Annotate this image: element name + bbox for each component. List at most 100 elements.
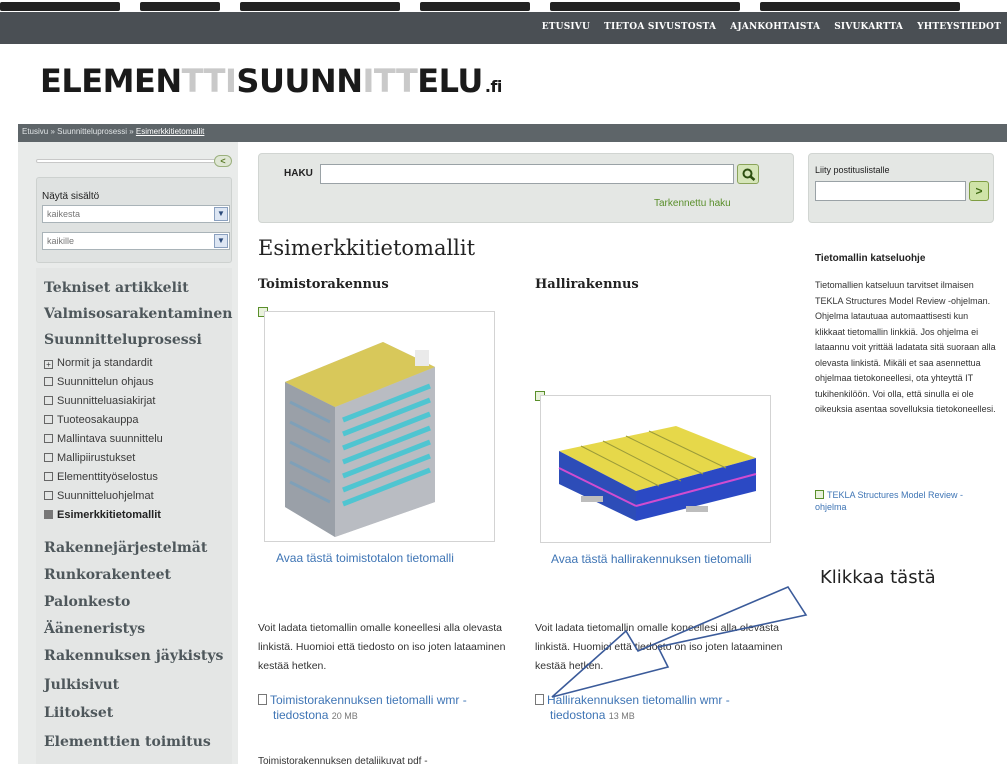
logo-text-5: ELU: [417, 62, 483, 100]
advanced-search-link[interactable]: Tarkennettu haku: [654, 198, 731, 209]
sidebar-item[interactable]: Julkisivut: [44, 677, 119, 693]
sidebar-item[interactable]: Rakennejärjestelmät: [44, 540, 207, 556]
hall-file-size: 13 MB: [608, 711, 635, 721]
viewer-instructions-text: Tietomallien katseluun tarvitset ilmaise…: [815, 280, 996, 414]
office-file-size: 20 MB: [331, 711, 358, 721]
sidebar-item-valmisosa[interactable]: Valmisosarakentaminen: [44, 306, 232, 322]
search-label: HAKU: [284, 168, 313, 179]
sidebar-item[interactable]: Ääneneristys: [44, 621, 145, 637]
logo-text-2: TTI: [181, 62, 237, 100]
sidebar-subitem[interactable]: Tuoteosakauppa: [44, 414, 139, 426]
breadcrumb-separator: »: [50, 127, 55, 136]
bullet-icon: [44, 491, 53, 500]
expand-icon[interactable]: +: [44, 360, 53, 369]
hall-model-link[interactable]: Avaa tästä hallirakennuksen tietomalli: [551, 552, 752, 566]
sidebar-item[interactable]: Elementtien toimitus: [44, 734, 211, 750]
callout-arrow-icon: [551, 585, 808, 698]
content-filter-value: kaikesta: [47, 209, 81, 219]
bullet-icon: [44, 434, 53, 443]
bullet-icon: [44, 396, 53, 405]
document-icon: [258, 694, 267, 705]
audience-filter-value: kaikille: [47, 236, 75, 246]
bullet-icon: [44, 453, 53, 462]
bullet-icon: [44, 415, 53, 424]
slider-track: [36, 159, 216, 163]
font-size-slider[interactable]: <: [36, 155, 232, 167]
filter-label: Näytä sisältö: [42, 191, 100, 202]
sidebar-subitem[interactable]: Suunnitteluasiakirjat: [44, 395, 155, 407]
sidebar-subitem-label: Suunnitteluohjelmat: [57, 490, 154, 502]
hall-building-image: [558, 426, 757, 521]
logo-text-3: SUUNN: [236, 62, 363, 100]
office-download-text: Voit ladata tietomallin omalle koneelles…: [258, 622, 506, 672]
content-filter-select[interactable]: kaikesta ▼: [42, 205, 230, 223]
chevron-down-icon[interactable]: ▼: [214, 207, 228, 221]
topnav-yhteystiedot[interactable]: YHTEYSTIEDOT: [917, 22, 1001, 32]
viewer-instructions-title: Tietomallin katseluohje: [815, 253, 926, 264]
sidebar-subitem[interactable]: Mallipiirustukset: [44, 452, 135, 464]
topnav-sivukartta[interactable]: SIVUKARTTA: [834, 22, 903, 32]
search-input[interactable]: [320, 164, 734, 184]
logo-text-1: ELEMEN: [40, 62, 182, 100]
office-model-image[interactable]: [264, 311, 495, 542]
external-link-icon: [815, 490, 824, 499]
search-button[interactable]: [737, 164, 759, 184]
sidebar-subitem-label: Mallintava suunnittelu: [57, 433, 163, 445]
sidebar-subitem[interactable]: Elementtityöselostus: [44, 471, 158, 483]
office-details-link[interactable]: Toimistorakennuksen detaljikuvat pdf -: [258, 756, 428, 764]
hall-file-link-text-2: tiedostona: [550, 708, 606, 722]
sidebar-item[interactable]: Palonkesto: [44, 594, 130, 610]
sidebar-subitem-label: Esimerkkitietomallit: [57, 509, 161, 521]
bullet-icon: [44, 472, 53, 481]
top-nav: ETUSIVU TIETOA SIVUSTOSTA AJANKOHTAISTA …: [542, 22, 1001, 32]
breadcrumb-section[interactable]: Suunnitteluprosessi: [57, 127, 127, 136]
site-logo[interactable]: ELEMEN TTI SUUNN ITT ELU .fi: [40, 62, 502, 100]
office-model-link[interactable]: Avaa tästä toimistotalon tietomalli: [276, 551, 454, 565]
mailing-list-email-field[interactable]: [815, 181, 966, 201]
topnav-tietoa[interactable]: TIETOA SIVUSTOSTA: [604, 22, 716, 32]
bullet-icon: [44, 510, 53, 519]
sidebar-item-tekniset[interactable]: Tekniset artikkelit: [44, 280, 189, 296]
breadcrumb-current[interactable]: Esimerkkitietomallit: [136, 127, 204, 136]
sidebar-subitem[interactable]: Suunnitteluohjelmat: [44, 490, 154, 502]
hall-title: Hallirakennus: [535, 277, 639, 292]
chevron-down-icon[interactable]: ▼: [214, 234, 228, 248]
sidebar-subitem-label: Elementtityöselostus: [57, 471, 158, 483]
sidebar-subitem-label: Tuoteosakauppa: [57, 414, 139, 426]
mailing-list-submit-button[interactable]: >: [969, 181, 989, 201]
office-file-link[interactable]: Toimistorakennuksen tietomalli wmr - tie…: [258, 693, 467, 724]
top-clipped-strip: [0, 0, 1007, 12]
sidebar-subitem[interactable]: Mallintava suunnittelu: [44, 433, 163, 445]
sidebar-subitem-label: Suunnitteluasiakirjat: [57, 395, 156, 407]
search-icon: [742, 168, 756, 181]
breadcrumb: Etusivu » Suunnitteluprosessi » Esimerkk…: [22, 127, 204, 136]
office-file-link-text: Toimistorakennuksen tietomalli wmr -: [270, 693, 467, 707]
hall-model-image[interactable]: [540, 395, 771, 543]
sidebar-item[interactable]: Liitokset: [44, 705, 113, 721]
logo-tld: .fi: [484, 77, 503, 96]
office-building-image: [285, 342, 435, 537]
callout-text: Klikkaa tästä: [820, 567, 936, 588]
bullet-icon: [44, 377, 53, 386]
sidebar-subitem-label: Normit ja standardit: [57, 357, 153, 369]
sidebar-subitem-label: Suunnittelun ohjaus: [57, 376, 154, 388]
office-file-link-text-2: tiedostona: [273, 708, 329, 722]
sidebar-subitem[interactable]: + Normit ja standardit: [44, 357, 152, 369]
logo-text-4: ITT: [362, 62, 418, 100]
topnav-ajankohtaista[interactable]: AJANKOHTAISTA: [730, 22, 820, 32]
page-title: Esimerkkitietomallit: [258, 236, 476, 260]
sidebar-item-suunnitteluprosessi[interactable]: Suunnitteluprosessi: [44, 332, 202, 348]
topnav-etusivu[interactable]: ETUSIVU: [542, 22, 590, 32]
tekla-viewer-link[interactable]: TEKLA Structures Model Review - ohjelma: [815, 489, 997, 513]
sidebar-subitem[interactable]: Suunnittelun ohjaus: [44, 376, 154, 388]
sidebar-subitem-active[interactable]: Esimerkkitietomallit: [44, 509, 161, 521]
slider-knob-icon[interactable]: <: [214, 155, 232, 167]
audience-filter-select[interactable]: kaikille ▼: [42, 232, 230, 250]
sidebar-item[interactable]: Runkorakenteet: [44, 567, 171, 583]
office-title: Toimistorakennus: [258, 277, 389, 292]
mailing-list-label: Liity postituslistalle: [815, 165, 890, 175]
breadcrumb-home[interactable]: Etusivu: [22, 127, 48, 136]
sidebar-item[interactable]: Rakennuksen jäykistys: [44, 648, 223, 664]
sidebar-subitem-label: Mallipiirustukset: [57, 452, 136, 464]
tekla-viewer-link-text: TEKLA Structures Model Review - ohjelma: [815, 490, 964, 512]
